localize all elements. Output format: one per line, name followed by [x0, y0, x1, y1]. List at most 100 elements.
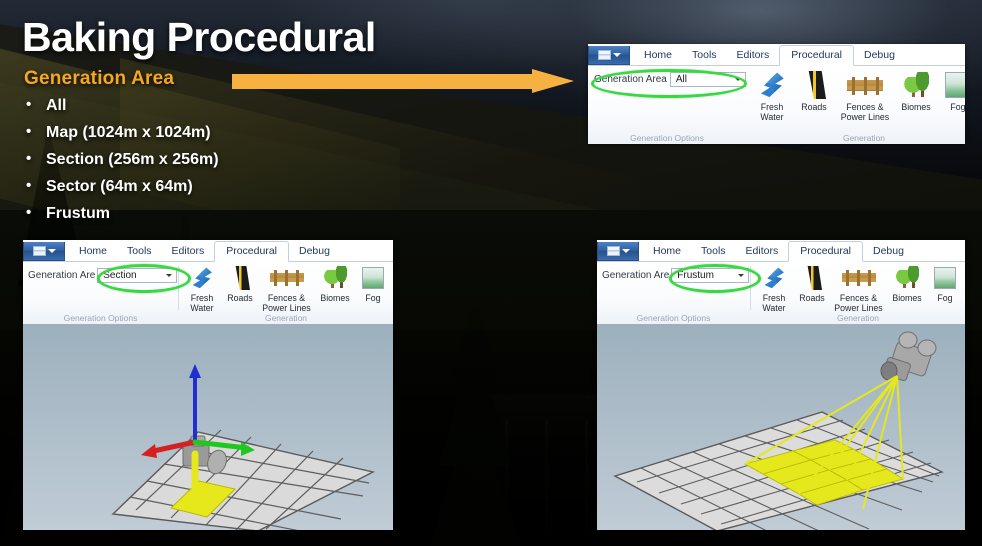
fences-power-lines-icon	[839, 265, 879, 291]
generation-area-label: Generation Are	[602, 270, 670, 281]
fences-power-lines-icon	[267, 265, 307, 291]
biomes-icon	[321, 265, 349, 291]
list-item: All	[24, 91, 354, 119]
tab-home[interactable]: Home	[69, 242, 117, 261]
roads-icon	[799, 70, 829, 100]
tab-tools[interactable]: Tools	[691, 242, 736, 261]
ribbon-group-generation-options: Generation Are Frustum Generation Option…	[597, 262, 761, 324]
list-item: Map (1024m x 1024m)	[24, 118, 354, 146]
tab-procedural[interactable]: Procedural	[788, 241, 863, 262]
group-label-generation-options: Generation Options	[636, 313, 711, 323]
fog-label: Fog	[937, 293, 953, 303]
ribbon-group-generation: Fresh Water Roads Fences & Power Lines B…	[746, 66, 965, 144]
roads-button[interactable]: Roads	[794, 70, 834, 112]
fences-power-lines-label: Fences & Power Lines	[262, 293, 311, 313]
chevron-down-icon	[738, 274, 745, 277]
viewport-frustum[interactable]	[597, 324, 965, 530]
biomes-button[interactable]: Biomes	[887, 265, 927, 303]
chevron-down-icon	[735, 78, 741, 81]
fences-power-lines-label: Fences & Power Lines	[834, 293, 883, 313]
ribbon-body: Generation Are Section Generation Option…	[23, 262, 393, 324]
fog-button[interactable]: Fog	[356, 265, 390, 303]
biomes-button[interactable]: Biomes	[315, 265, 355, 303]
biomes-label: Biomes	[901, 102, 931, 112]
ribbon-panel-section: Home Tools Editors Procedural Debug Gene…	[23, 240, 393, 530]
fresh-water-label: Fresh Water	[190, 293, 214, 313]
fresh-water-label: Fresh Water	[762, 293, 786, 313]
tab-procedural[interactable]: Procedural	[214, 241, 289, 262]
roads-label: Roads	[801, 102, 827, 112]
fences-power-lines-icon	[843, 70, 887, 100]
fresh-water-label: Fresh Water	[760, 102, 784, 122]
generation-area-label: Generation Are	[28, 270, 96, 281]
fog-icon	[943, 70, 965, 100]
fences-power-lines-button[interactable]: Fences & Power Lines	[259, 265, 314, 313]
roads-button[interactable]: Roads	[794, 265, 830, 303]
tab-editors[interactable]: Editors	[162, 242, 215, 261]
tab-procedural[interactable]: Procedural	[779, 45, 854, 66]
ribbon-tabstrip: Home Tools Editors Procedural Debug	[23, 240, 393, 262]
viewport-scene-section	[23, 324, 393, 530]
ribbon-group-generation: Fresh Water Roads Fences & Power Lines B…	[751, 262, 965, 324]
tab-tools[interactable]: Tools	[682, 46, 727, 65]
fresh-water-icon	[189, 265, 215, 291]
generation-area-dropdown[interactable]: All	[669, 72, 746, 87]
chevron-down-icon	[621, 249, 630, 253]
generation-area-value: Frustum	[677, 270, 714, 281]
application-menu-button[interactable]	[597, 242, 639, 261]
tab-tools[interactable]: Tools	[117, 242, 162, 261]
roads-button[interactable]: Roads	[222, 265, 258, 303]
fog-icon	[360, 265, 386, 291]
viewport-section[interactable]	[23, 324, 393, 530]
fences-power-lines-button[interactable]: Fences & Power Lines	[831, 265, 886, 313]
chevron-down-icon	[166, 274, 173, 277]
roads-icon	[799, 265, 825, 291]
list-item: Sector (64m x 64m)	[24, 172, 354, 200]
fresh-water-button[interactable]: Fresh Water	[755, 265, 793, 313]
chevron-down-icon	[612, 53, 621, 57]
generation-area-dropdown[interactable]: Frustum	[671, 268, 750, 283]
list-item: Frustum	[24, 199, 354, 227]
ribbon-body: Generation Area All Generation Options F…	[588, 66, 965, 144]
tab-editors[interactable]: Editors	[727, 46, 780, 65]
biomes-label: Biomes	[892, 293, 922, 303]
group-label-generation: Generation	[842, 133, 886, 143]
fresh-water-button[interactable]: Fresh Water	[183, 265, 221, 313]
application-menu-button[interactable]	[588, 46, 630, 65]
ribbon-group-generation: Fresh Water Roads Fences & Power Lines B…	[179, 262, 393, 324]
app-menu-icon	[606, 246, 620, 256]
generation-area-label: Generation Area	[594, 74, 667, 85]
ribbon-panel-all: Home Tools Editors Procedural Debug Gene…	[588, 44, 965, 144]
ribbon-body: Generation Are Frustum Generation Option…	[597, 262, 965, 324]
application-menu-button[interactable]	[23, 242, 65, 261]
fences-power-lines-button[interactable]: Fences & Power Lines	[836, 70, 894, 122]
roads-label: Roads	[799, 293, 825, 303]
biomes-icon	[893, 265, 921, 291]
biomes-button[interactable]: Biomes	[896, 70, 936, 112]
ribbon-group-generation-options: Generation Area All Generation Options	[588, 66, 747, 144]
tab-home[interactable]: Home	[643, 242, 691, 261]
app-menu-icon	[597, 50, 611, 60]
generation-area-value: All	[675, 74, 687, 85]
fog-button[interactable]: Fog	[938, 70, 965, 112]
tab-debug[interactable]: Debug	[289, 242, 340, 261]
fog-button[interactable]: Fog	[928, 265, 962, 303]
page-title: Baking Procedural	[22, 14, 376, 60]
chevron-down-icon	[47, 249, 56, 253]
group-label-generation-options: Generation Options	[63, 313, 138, 323]
fresh-water-icon	[757, 70, 787, 100]
tab-home[interactable]: Home	[634, 46, 682, 65]
tab-debug[interactable]: Debug	[854, 46, 905, 65]
generation-area-dropdown[interactable]: Section	[97, 268, 178, 283]
page-subtitle: Generation Area	[24, 68, 175, 89]
generation-area-value: Section	[103, 270, 137, 281]
fresh-water-button[interactable]: Fresh Water	[752, 70, 792, 122]
viewport-scene-frustum	[597, 324, 965, 530]
biomes-label: Biomes	[320, 293, 350, 303]
arrow-shaft	[232, 74, 537, 89]
pointer-arrow-icon	[232, 69, 577, 94]
tab-editors[interactable]: Editors	[736, 242, 789, 261]
tab-debug[interactable]: Debug	[863, 242, 914, 261]
list-item: Section (256m x 256m)	[24, 145, 354, 173]
group-label-generation: Generation	[264, 313, 308, 323]
